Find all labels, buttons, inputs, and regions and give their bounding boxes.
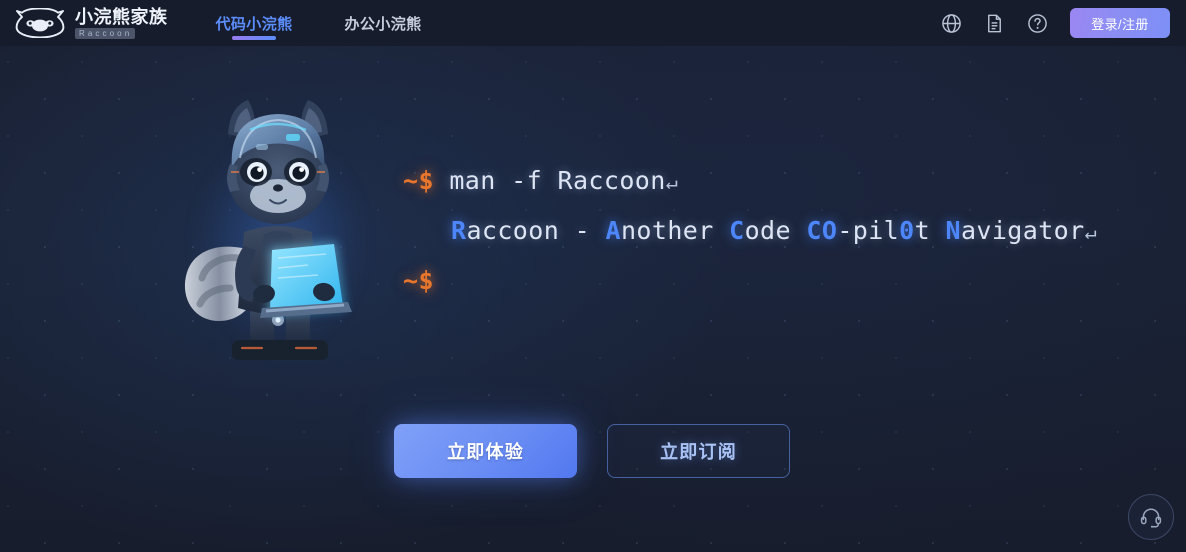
- tagline-highlight-char: 0: [899, 216, 915, 245]
- login-register-button[interactable]: 登录/注册: [1070, 8, 1170, 38]
- hero-mascot: [172, 82, 388, 376]
- tagline-text: avigator: [960, 216, 1085, 245]
- mascot-laptop: [260, 242, 352, 318]
- globe-icon[interactable]: [941, 13, 962, 34]
- header-actions: 登录/注册: [941, 8, 1170, 38]
- help-icon[interactable]: [1027, 13, 1048, 34]
- brand-logo[interactable]: 小浣熊家族 Raccoon: [14, 8, 168, 39]
- tagline-highlight-char: N: [945, 216, 961, 245]
- tagline-text: ode: [744, 216, 807, 245]
- terminal-line-1: ~$ man -f Raccoon↵: [403, 156, 1097, 206]
- terminal-prompt-2: ~$: [403, 266, 434, 295]
- landing-page: 小浣熊家族 Raccoon 代码小浣熊 办公小浣熊 登录/注册 ~$ man -…: [0, 0, 1186, 552]
- subscribe-now-button[interactable]: 立即订阅: [607, 424, 790, 478]
- tagline-text: nother: [620, 216, 730, 245]
- brand-name-cn: 小浣熊家族: [75, 6, 168, 27]
- tagline-highlight-char: A: [605, 216, 621, 245]
- nav-tab-code-raccoon[interactable]: 代码小浣熊: [216, 0, 293, 46]
- top-header-bar: 小浣熊家族 Raccoon 代码小浣熊 办公小浣熊 登录/注册: [0, 0, 1186, 46]
- terminal-output-tagline: Raccoon - Another Code CO-pil0t Navigato…: [451, 216, 1085, 245]
- try-now-button[interactable]: 立即体验: [394, 424, 577, 478]
- raccoon-mascot-illustration: [184, 100, 352, 360]
- terminal-prompt-1: ~$: [403, 166, 434, 195]
- nav-tab-office-raccoon[interactable]: 办公小浣熊: [345, 0, 422, 46]
- tagline-text: t: [914, 216, 946, 245]
- main-navigation: 代码小浣熊 办公小浣熊: [216, 0, 422, 46]
- terminal-return-glyph-1: ↵: [665, 170, 679, 194]
- tagline-highlight-char: CO: [806, 216, 838, 245]
- brand-logo-text: 小浣熊家族 Raccoon: [75, 8, 168, 39]
- document-icon[interactable]: [984, 13, 1005, 34]
- tagline-text: -pil: [837, 216, 900, 245]
- terminal-line-2: Raccoon - Another Code CO-pil0t Navigato…: [403, 206, 1097, 256]
- tagline-highlight-char: R: [451, 216, 467, 245]
- raccoon-face-logo-icon: [15, 8, 65, 38]
- headset-icon: [1140, 508, 1162, 528]
- terminal-return-glyph-2: ↵: [1084, 220, 1098, 244]
- tagline-highlight-char: C: [729, 216, 745, 245]
- brand-name-en: Raccoon: [75, 27, 136, 39]
- hero-terminal-text: ~$ man -f Raccoon↵ Raccoon - Another Cod…: [403, 156, 1097, 306]
- terminal-line-3: ~$: [403, 256, 1097, 306]
- terminal-command-1: man -f Raccoon: [449, 166, 666, 195]
- nav-tab-office-raccoon-label: 办公小浣熊: [344, 15, 422, 33]
- tagline-text: accoon -: [466, 216, 606, 245]
- nav-tab-code-raccoon-label: 代码小浣熊: [215, 15, 293, 33]
- hero-cta-group: 立即体验 立即订阅: [394, 424, 790, 478]
- customer-support-fab[interactable]: [1128, 494, 1174, 540]
